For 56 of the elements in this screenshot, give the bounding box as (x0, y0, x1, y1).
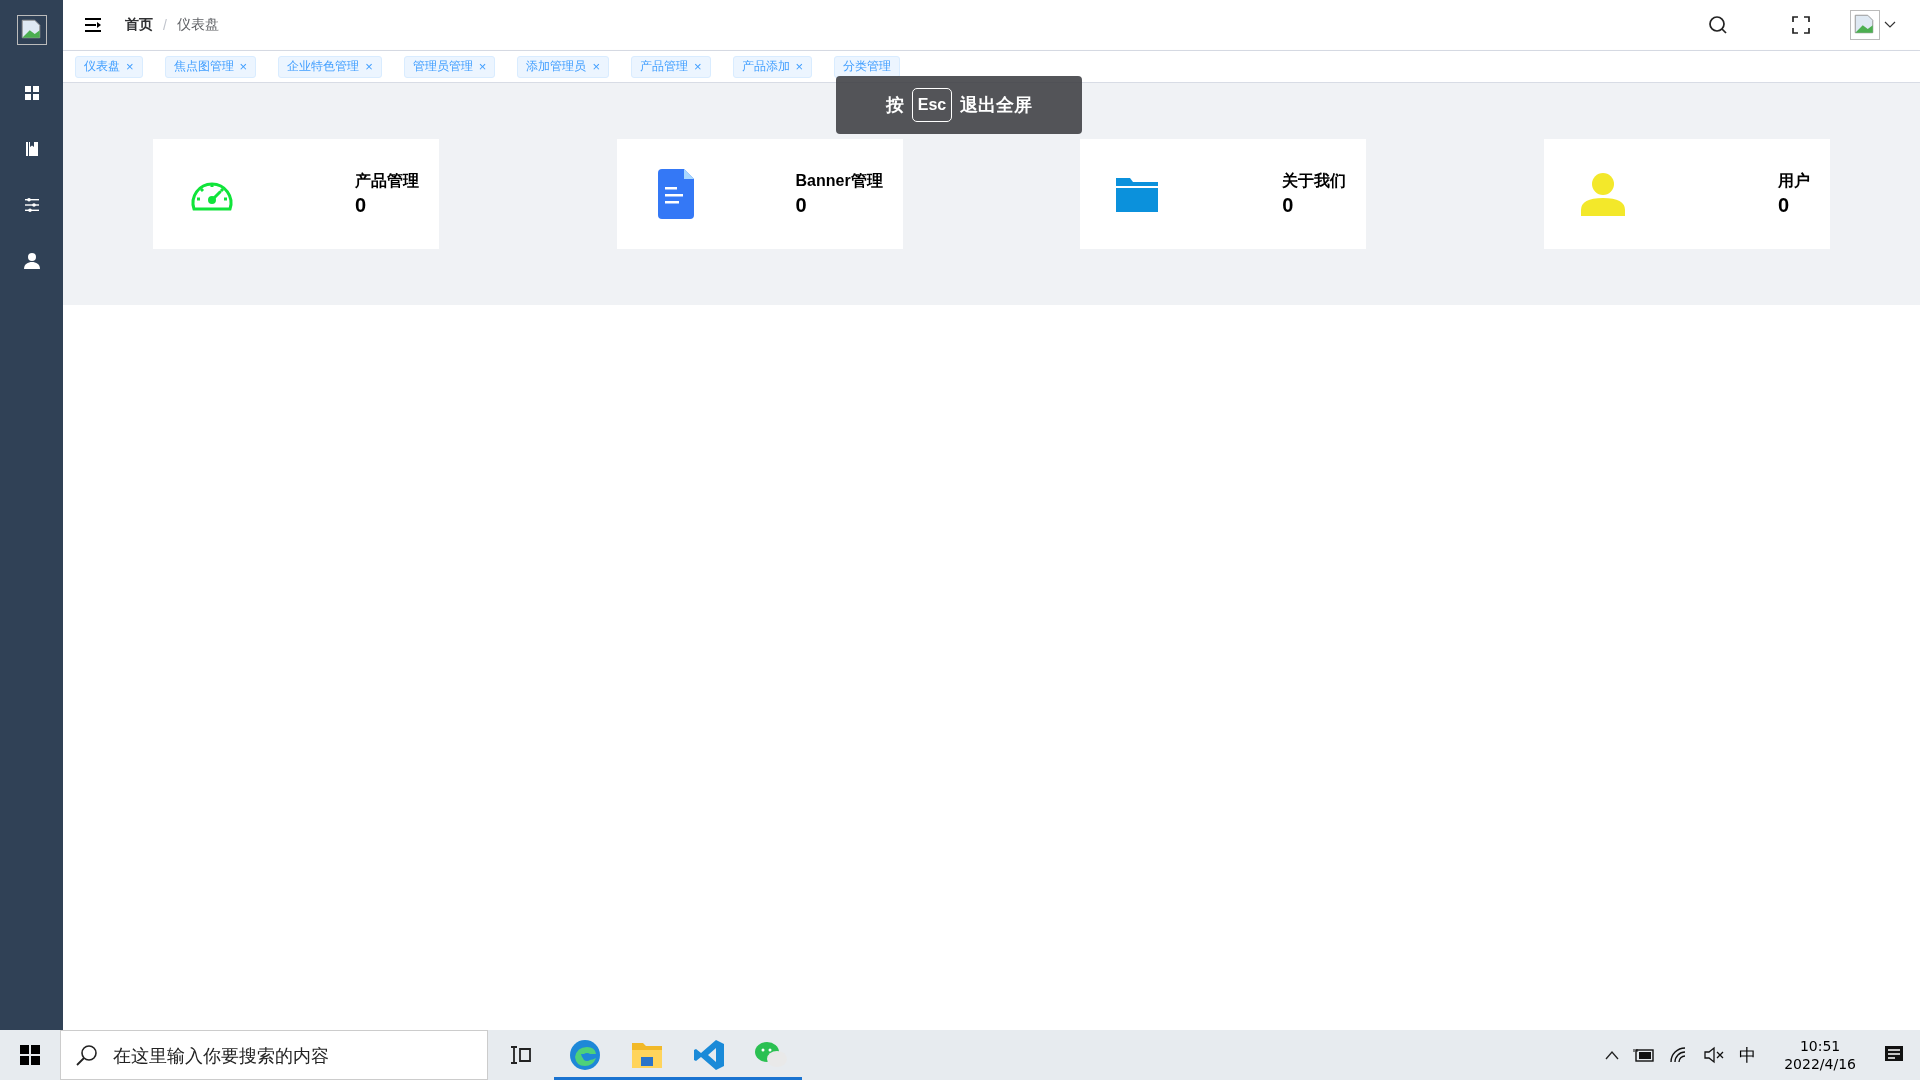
task-view-icon (510, 1045, 532, 1065)
stat-card[interactable]: 关于我们 0 (1080, 139, 1367, 249)
windows-icon (20, 1045, 40, 1065)
close-icon[interactable]: × (592, 59, 600, 74)
tab[interactable]: 管理员管理 × (403, 55, 496, 78)
tab[interactable]: 分类管理 (834, 55, 901, 78)
close-icon[interactable]: × (693, 59, 702, 74)
broken-image-icon (16, 15, 47, 45)
clock[interactable]: 10:51 2022/4/16 (1784, 1037, 1856, 1073)
input-method-indicator[interactable]: 中 (1739, 1043, 1757, 1067)
card-label: 关于我们 (1282, 171, 1347, 191)
notice-text: 退出全屏 (960, 94, 1033, 117)
tab[interactable]: 产品添加 × (732, 55, 813, 78)
card-label: 用户 (1777, 171, 1810, 191)
browser-icon (569, 1039, 601, 1071)
chat-icon (754, 1040, 788, 1070)
card-value: 0 (795, 194, 808, 217)
user-icon (22, 252, 41, 270)
close-icon[interactable]: × (239, 59, 248, 74)
close-icon[interactable]: × (795, 59, 804, 74)
breadcrumb-current: 仪表盘 (176, 16, 219, 34)
card-value: 0 (355, 194, 368, 217)
tab[interactable]: 企业特色管理 × (278, 55, 382, 78)
stat-card[interactable]: Banner管理 0 (616, 139, 903, 249)
tab[interactable]: 产品管理 × (630, 55, 711, 78)
close-icon[interactable]: × (478, 59, 487, 74)
card-value: 0 (1777, 194, 1791, 217)
avatar-button[interactable] (1850, 10, 1896, 40)
tab[interactable]: 添加管理员 × (517, 55, 609, 78)
card-label: Banner管理 (795, 171, 883, 191)
code-editor-icon (693, 1039, 725, 1071)
menu-icon[interactable] (85, 17, 103, 33)
stat-card[interactable]: 产品管理 0 (153, 139, 439, 249)
key-cap: Esc (911, 88, 953, 122)
fullscreen-icon (1792, 16, 1810, 34)
sliders-icon (22, 196, 41, 214)
notice-text: 按 (885, 94, 904, 117)
breadcrumb-link[interactable]: 首页 (125, 16, 153, 34)
breadcrumb-separator: / (163, 17, 167, 33)
stat-card[interactable]: 用户 0 (1543, 139, 1830, 249)
search-icon (1708, 15, 1728, 35)
close-icon[interactable]: × (365, 59, 373, 74)
grid-icon (22, 84, 41, 102)
search-field[interactable]: 在这里输入你要搜索的内容 (60, 1030, 488, 1080)
search-icon (76, 1044, 98, 1066)
tab[interactable]: 焦点图管理 × (164, 55, 257, 78)
folder-icon (631, 1041, 663, 1069)
battery-icon[interactable] (1633, 1048, 1656, 1062)
card-value: 0 (1282, 194, 1295, 217)
broken-image-icon (1850, 10, 1880, 40)
caret-icon (1884, 21, 1896, 29)
close-icon[interactable]: × (126, 59, 134, 74)
muted-speaker-icon[interactable] (1703, 1046, 1726, 1064)
tab[interactable]: 仪表盘 × (75, 55, 143, 78)
card-label: 产品管理 (355, 171, 419, 191)
chevron-up-icon[interactable] (1605, 1050, 1620, 1060)
